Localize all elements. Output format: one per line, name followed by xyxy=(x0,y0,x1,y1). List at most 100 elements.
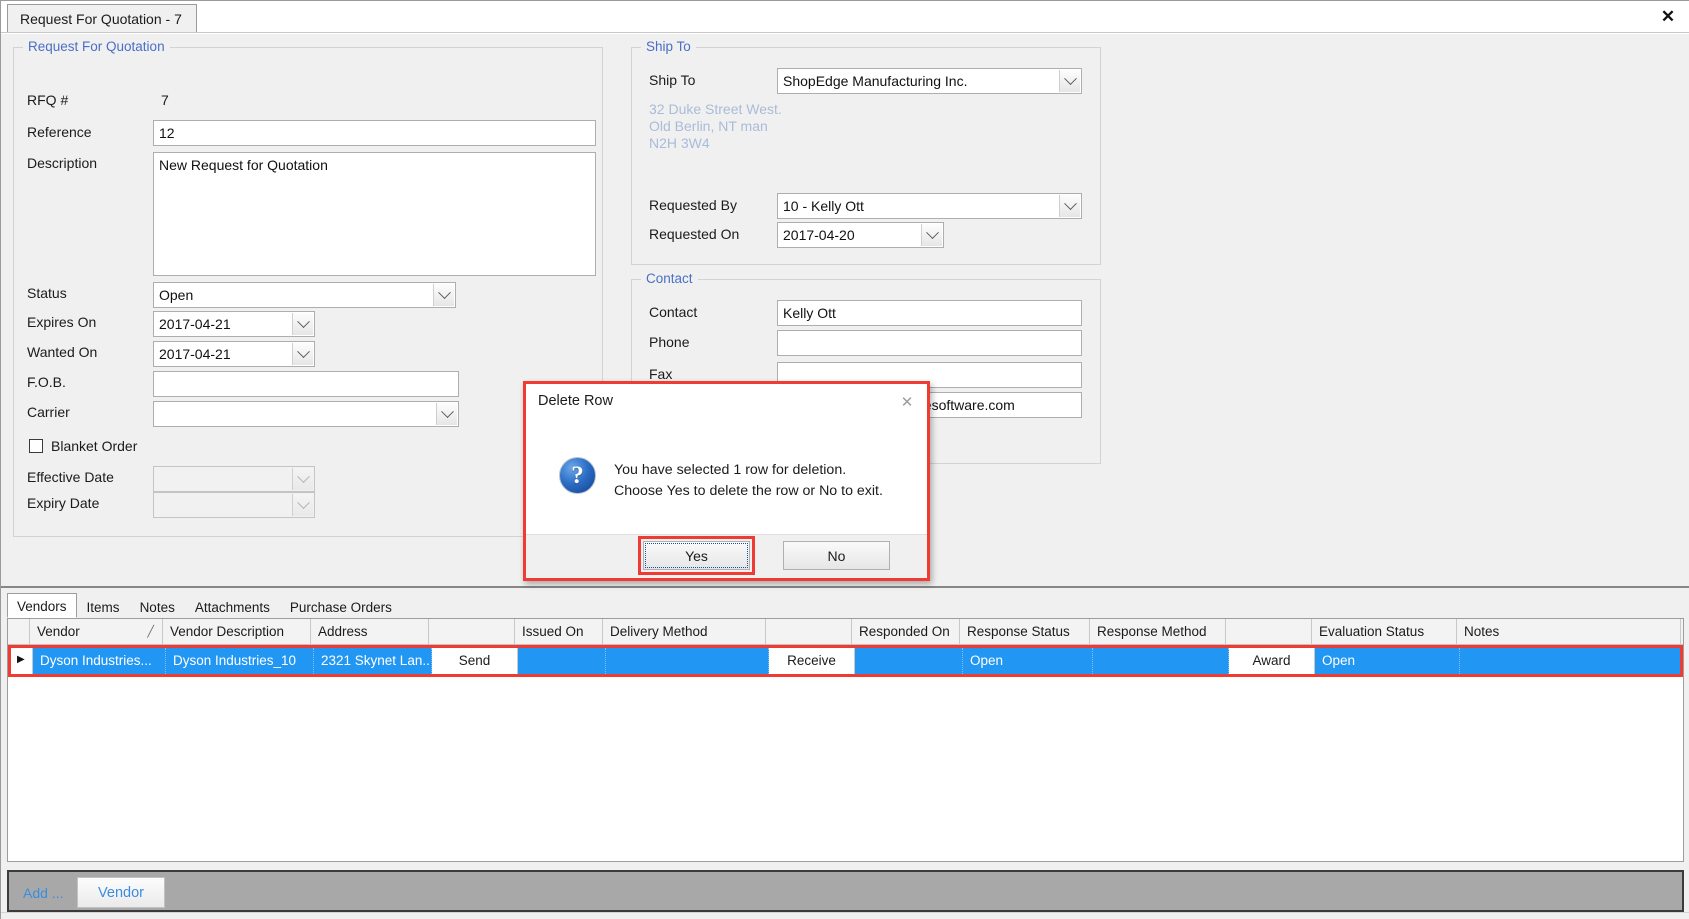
grid-column-header-responded-on[interactable]: Responded On xyxy=(852,619,960,645)
label-status: Status xyxy=(27,285,67,301)
carrier-combobox[interactable] xyxy=(153,401,459,427)
document-tab-request-for-quotation[interactable]: Request For Quotation - 7 xyxy=(7,4,197,32)
tab-vendors[interactable]: Vendors xyxy=(7,593,77,618)
label-requested-by: Requested By xyxy=(649,197,737,213)
grid-cell-button-receive[interactable]: Receive xyxy=(769,648,855,674)
requested-on-value: 2017-04-20 xyxy=(783,227,855,243)
wanted-on-datepicker[interactable]: 2017-04-21 xyxy=(153,341,315,367)
grid-column-header-evaluation-status[interactable]: Evaluation Status xyxy=(1312,619,1457,645)
chevron-down-icon[interactable] xyxy=(921,224,942,246)
delete-row-dialog: Delete Row ✕ ? You have selected 1 row f… xyxy=(523,381,930,581)
grid-column-header-issued-on[interactable]: Issued On xyxy=(515,619,603,645)
tab-attachments[interactable]: Attachments xyxy=(185,595,280,618)
email-value: gesoftware.com xyxy=(916,397,1015,413)
chevron-down-icon[interactable] xyxy=(1059,70,1080,92)
vendors-grid: Vendor ╱ Vendor Description Address Issued O… xyxy=(7,618,1684,862)
grid-column-header-response-status[interactable]: Response Status xyxy=(960,619,1090,645)
grid-column-header-label: Vendor xyxy=(37,624,80,639)
grid-column-header-delivery-method[interactable]: Delivery Method xyxy=(603,619,766,645)
grid-column-header-blank-7[interactable] xyxy=(766,619,852,645)
expiry-date-datepicker[interactable] xyxy=(153,492,315,518)
dialog-title-bar: Delete Row ✕ xyxy=(526,384,927,422)
fob-input[interactable] xyxy=(153,371,459,397)
chevron-down-icon[interactable] xyxy=(436,403,457,425)
application-window: Request For Quotation - 7 ✕ Request For … xyxy=(0,0,1689,919)
grid-toolbar: Add ... Vendor xyxy=(7,870,1684,912)
grid-column-header-vendor[interactable]: Vendor ╱ xyxy=(30,619,163,645)
grid-column-header-vendor-description[interactable]: Vendor Description xyxy=(163,619,311,645)
grid-rows-container: ▶ Dyson Industries... Dyson Industries_10 2… xyxy=(8,645,1683,677)
grid-cell[interactable]: 2321 Skynet Lan... xyxy=(314,648,432,674)
dialog-close-glyph: ✕ xyxy=(900,394,914,411)
bottom-tabstrip: Vendors Items Notes Attachments Purchase… xyxy=(7,593,402,618)
tab-purchase-orders[interactable]: Purchase Orders xyxy=(280,595,402,618)
status-combobox[interactable]: Open xyxy=(153,282,456,308)
reference-input[interactable]: 12 xyxy=(153,120,596,146)
table-row[interactable]: ▶ Dyson Industries... Dyson Industries_10 2… xyxy=(8,645,1683,677)
grid-column-header-blank-11[interactable] xyxy=(1226,619,1312,645)
grid-column-header-blank-0[interactable] xyxy=(8,619,30,645)
label-phone: Phone xyxy=(649,334,690,350)
dialog-message-line2: Choose Yes to delete the row or No to ex… xyxy=(614,483,883,499)
label-fob: F.O.B. xyxy=(27,374,66,390)
grid-cell[interactable]: Dyson Industries... xyxy=(33,648,166,674)
grid-cell-button-award[interactable]: Award xyxy=(1229,648,1315,674)
effective-date-datepicker[interactable] xyxy=(153,466,315,492)
grid-column-header-blank-4[interactable] xyxy=(429,619,515,645)
grid-cell[interactable]: Open xyxy=(1315,648,1460,674)
grid-cell[interactable] xyxy=(1093,648,1229,674)
description-textarea[interactable]: New Request for Quotation xyxy=(153,152,596,276)
grid-cell[interactable] xyxy=(855,648,963,674)
blanket-order-label: Blanket Order xyxy=(51,438,138,454)
dialog-close-icon[interactable]: ✕ xyxy=(898,393,916,411)
requested-by-combobox[interactable]: 10 - Kelly Ott xyxy=(777,193,1082,219)
grid-cell[interactable] xyxy=(606,648,769,674)
tab-items[interactable]: Items xyxy=(77,595,130,618)
group-legend-rfq: Request For Quotation xyxy=(23,39,170,54)
add-vendor-button[interactable]: Vendor xyxy=(77,877,165,908)
row-selector-icon[interactable]: ▶ xyxy=(11,648,33,674)
requested-on-datepicker[interactable]: 2017-04-20 xyxy=(777,222,944,248)
contact-input[interactable]: Kelly Ott xyxy=(777,300,1082,326)
yes-button[interactable]: Yes xyxy=(643,541,750,570)
label-contact: Contact xyxy=(649,304,698,320)
value-rfq-number: 7 xyxy=(161,92,169,108)
grid-column-header-response-method[interactable]: Response Method xyxy=(1090,619,1226,645)
add-label: Add ... xyxy=(23,885,64,901)
dialog-message-line1: You have selected 1 row for deletion. xyxy=(614,462,847,478)
ship-to-combobox[interactable]: ShopEdge Manufacturing Inc. xyxy=(777,68,1082,94)
phone-input[interactable] xyxy=(777,330,1082,356)
grid-header-row: Vendor ╱ Vendor Description Address Issued O… xyxy=(8,619,1683,645)
label-expires-on: Expires On xyxy=(27,314,97,330)
blanket-order-checkbox[interactable]: Blanket Order xyxy=(29,438,137,454)
chevron-down-icon[interactable] xyxy=(433,284,454,306)
chevron-down-icon[interactable] xyxy=(1059,195,1080,217)
grid-cell[interactable] xyxy=(1460,648,1683,674)
chevron-down-icon[interactable] xyxy=(292,313,313,335)
grid-cell[interactable] xyxy=(518,648,606,674)
group-legend-contact: Contact xyxy=(641,271,698,286)
ship-to-address: 32 Duke Street West. Old Berlin, NT man … xyxy=(649,101,782,151)
group-legend-ship-to: Ship To xyxy=(641,39,696,54)
label-effective-date: Effective Date xyxy=(27,469,114,485)
grid-cell[interactable]: Dyson Industries_10 xyxy=(166,648,314,674)
grid-column-header-label: Response Method xyxy=(1097,624,1207,639)
tab-notes[interactable]: Notes xyxy=(130,595,185,618)
chevron-down-icon[interactable] xyxy=(292,343,313,365)
grid-column-header-notes[interactable]: Notes xyxy=(1457,619,1681,645)
grid-column-header-address[interactable]: Address xyxy=(311,619,429,645)
no-button[interactable]: No xyxy=(783,541,890,570)
close-icon[interactable]: ✕ xyxy=(1656,5,1680,29)
dialog-title: Delete Row xyxy=(538,393,613,409)
label-reference: Reference xyxy=(27,124,92,140)
close-glyph: ✕ xyxy=(1660,7,1676,26)
grid-column-header-label: Delivery Method xyxy=(610,624,708,639)
wanted-on-value: 2017-04-21 xyxy=(159,346,231,362)
grid-column-header-label: Notes xyxy=(1464,624,1500,639)
label-fax: Fax xyxy=(649,366,673,382)
dialog-footer: Yes No xyxy=(526,534,927,578)
grid-cell-button-send[interactable]: Send xyxy=(432,648,518,674)
grid-cell[interactable]: Open xyxy=(963,648,1093,674)
expires-on-datepicker[interactable]: 2017-04-21 xyxy=(153,311,315,337)
grid-column-header-label: Response Status xyxy=(967,624,1070,639)
